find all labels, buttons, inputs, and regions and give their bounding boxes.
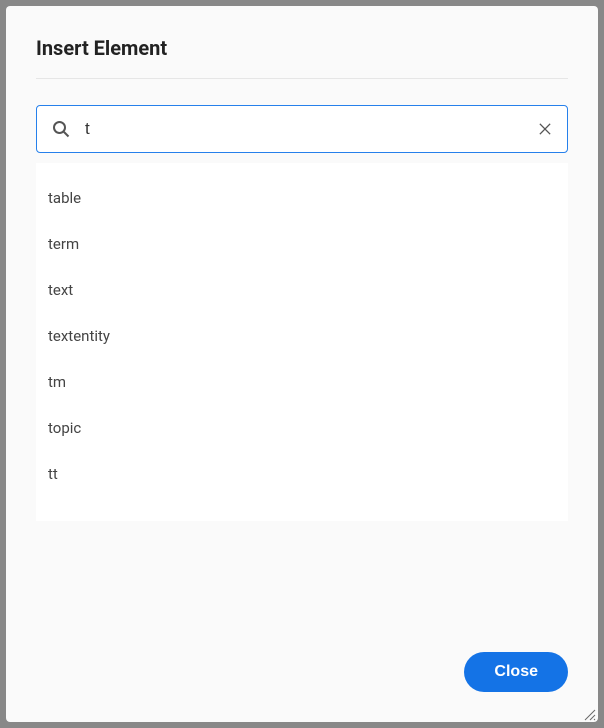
search-input[interactable] (36, 105, 568, 153)
result-item-tm[interactable]: tm (36, 359, 568, 405)
result-item-textentity[interactable]: textentity (36, 313, 568, 359)
dialog-title: Insert Element (36, 36, 568, 60)
dialog-footer: Close (36, 632, 568, 692)
result-item-table[interactable]: table (36, 175, 568, 221)
clear-icon[interactable] (538, 122, 552, 136)
result-item-tt[interactable]: tt (36, 451, 568, 497)
close-button[interactable]: Close (464, 652, 568, 692)
results-list: table term text textentity tm topic tt (36, 163, 568, 521)
result-item-topic[interactable]: topic (36, 405, 568, 451)
result-item-text[interactable]: text (36, 267, 568, 313)
search-wrapper (36, 105, 568, 153)
spacer (36, 521, 568, 632)
result-item-term[interactable]: term (36, 221, 568, 267)
insert-element-dialog: Insert Element table term text textentit… (6, 6, 598, 722)
divider (36, 78, 568, 79)
resize-handle-icon (582, 706, 596, 720)
